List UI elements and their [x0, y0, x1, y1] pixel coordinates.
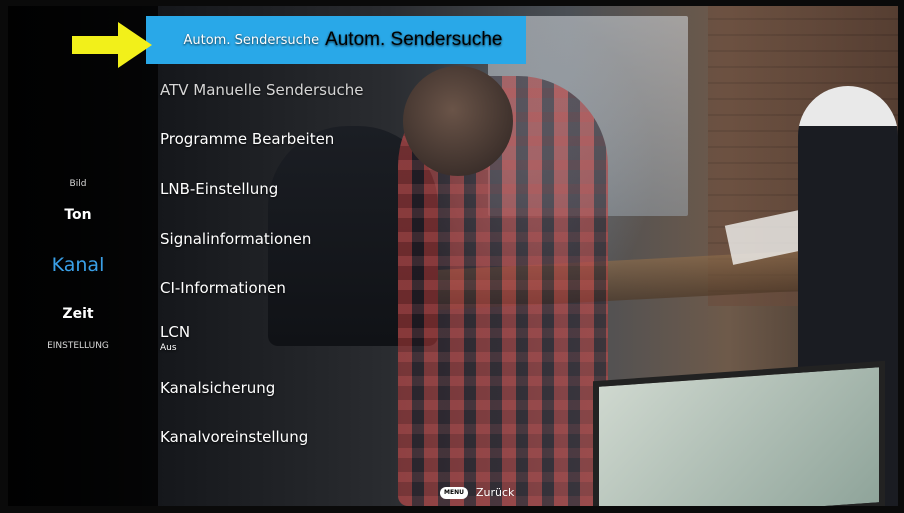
menu-item-channel-backup[interactable]: Kanalsicherung: [146, 368, 526, 408]
menu-item-auto-search[interactable]: Autom. Sendersuche Autom. Sendersuche: [146, 16, 526, 64]
category-einstellung[interactable]: EINSTELLUNG: [8, 341, 148, 351]
menu-item-label: Signalinformationen: [160, 230, 312, 248]
menu-item-label: LNB-Einstellung: [160, 180, 279, 198]
menu-item-label: Kanalsicherung: [160, 379, 276, 397]
category-nav: Bild Ton Kanal Zeit EINSTELLUNG: [8, 6, 148, 506]
menu-item-label: Programme Bearbeiten: [160, 130, 335, 148]
channel-menu: Autom. Sendersuche Autom. Sendersuche AT…: [146, 6, 546, 506]
menu-item-lcn-value: Aus: [160, 343, 177, 353]
background-officer-right: [798, 86, 898, 506]
arrow-right-icon: [72, 22, 152, 68]
category-bild[interactable]: Bild: [8, 179, 148, 189]
background-monitor: [593, 360, 885, 506]
background-paper: [724, 207, 822, 265]
category-zeit[interactable]: Zeit: [8, 306, 148, 322]
background-brick-wall: [708, 6, 898, 306]
menu-item-ci-info[interactable]: CI-Informationen: [146, 268, 526, 308]
menu-item-lcn[interactable]: LCN Aus: [146, 316, 526, 360]
category-ton[interactable]: Ton: [8, 207, 148, 223]
menu-item-channel-preset[interactable]: Kanalvoreinstellung: [146, 417, 526, 457]
menu-item-label: CI-Informationen: [160, 279, 286, 297]
menu-item-auto-search-label-large: Autom. Sendersuche: [325, 29, 503, 50]
category-kanal[interactable]: Kanal: [8, 254, 148, 276]
menu-item-lnb-settings[interactable]: LNB-Einstellung: [146, 169, 526, 209]
menu-item-label: Kanalvoreinstellung: [160, 428, 309, 446]
menu-item-edit-programs[interactable]: Programme Bearbeiten: [146, 119, 526, 159]
menu-item-atv-manual-search[interactable]: ATV Manuelle Sendersuche: [146, 70, 526, 110]
footer-back[interactable]: MENU Zurück: [440, 486, 514, 499]
menu-item-signal-info[interactable]: Signalinformationen: [146, 219, 526, 259]
menu-key-icon: MENU: [440, 486, 468, 499]
menu-item-auto-search-label: Autom. Sendersuche: [183, 32, 320, 48]
tv-screen: Bild Ton Kanal Zeit EINSTELLUNG Autom. S…: [8, 6, 898, 506]
back-label: Zurück: [475, 486, 515, 499]
menu-item-label: LCN: [160, 323, 191, 341]
menu-item-label: ATV Manuelle Sendersuche: [160, 81, 364, 99]
